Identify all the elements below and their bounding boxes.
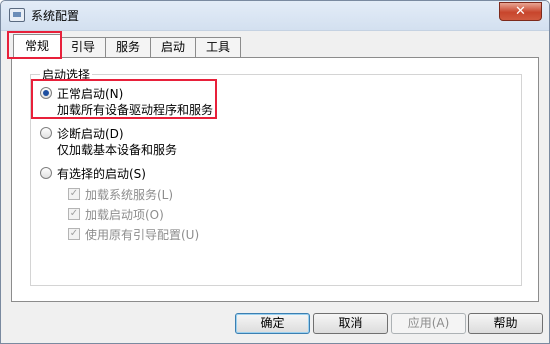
tab-services[interactable]: 服务: [105, 37, 151, 57]
tab-services-label: 服务: [115, 40, 140, 54]
load-startup-items-checkbox[interactable]: ✓: [68, 208, 80, 220]
tab-tools-label: 工具: [205, 40, 230, 54]
tab-startup[interactable]: 启动: [150, 37, 196, 57]
diagnostic-startup-description: 仅加载基本设备和服务: [57, 143, 178, 157]
close-button[interactable]: ✕: [499, 2, 542, 21]
tab-tools[interactable]: 工具: [195, 37, 241, 57]
use-original-boot-config-checkbox[interactable]: ✓: [68, 228, 80, 240]
ok-button-label: 确定: [260, 316, 285, 330]
checkmark-icon: ✓: [69, 228, 79, 239]
selective-startup-label[interactable]: 有选择的启动(S): [57, 165, 146, 182]
title-bar[interactable]: 系统配置 ✕: [1, 1, 549, 31]
normal-startup-highlight: [31, 79, 217, 119]
ok-button[interactable]: 确定: [235, 313, 310, 334]
cancel-button-label: 取消: [338, 316, 363, 330]
use-original-boot-config-label: 使用原有引导配置(U): [85, 228, 200, 242]
checkmark-icon: ✓: [69, 188, 79, 199]
system-configuration-window: 系统配置 ✕ 常规 引导 服务 启动 工具 启动选择 正常启动(N) 加载所有设…: [0, 0, 550, 344]
apply-button[interactable]: 应用(A): [391, 313, 466, 334]
msconfig-icon: [9, 8, 25, 22]
diagnostic-startup-radio[interactable]: [40, 127, 52, 139]
diagnostic-startup-label[interactable]: 诊断启动(D): [57, 125, 124, 142]
window-title: 系统配置: [31, 9, 80, 23]
help-button[interactable]: 帮助: [468, 313, 543, 334]
general-tab-highlight: [7, 31, 62, 59]
tab-startup-label: 启动: [160, 40, 185, 54]
help-button-label: 帮助: [493, 316, 518, 330]
cancel-button[interactable]: 取消: [313, 313, 388, 334]
tab-boot-label: 引导: [70, 40, 95, 54]
selective-startup-radio[interactable]: [40, 167, 52, 179]
load-startup-items-label: 加载启动项(O): [85, 208, 164, 222]
tab-boot[interactable]: 引导: [60, 37, 106, 57]
checkmark-icon: ✓: [69, 208, 79, 219]
load-system-services-checkbox[interactable]: ✓: [68, 188, 80, 200]
apply-button-label: 应用(A): [407, 316, 450, 330]
close-icon: ✕: [515, 4, 526, 19]
load-system-services-label: 加载系统服务(L): [85, 188, 174, 202]
